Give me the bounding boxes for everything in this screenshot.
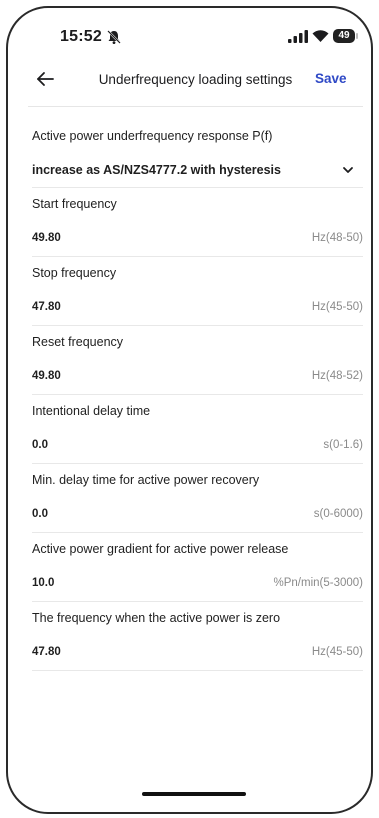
- field-label: Reset frequency: [32, 335, 124, 349]
- status-bar: 15:52 49: [8, 20, 371, 48]
- start-frequency-input[interactable]: 49.80 Hz(48-50): [32, 220, 363, 256]
- power-gradient-release-input[interactable]: 10.0 %Pn/min(5-3000): [32, 565, 363, 601]
- response-mode-section: Active power underfrequency response P(f…: [32, 120, 363, 188]
- field-unit: Hz(45-50): [311, 301, 363, 313]
- signal-icon: [288, 30, 308, 43]
- battery-icon: 49: [333, 29, 355, 43]
- field-label: Stop frequency: [32, 266, 117, 280]
- field-value: 49.80: [32, 232, 61, 244]
- field-unit: Hz(48-52): [311, 370, 363, 382]
- field-label: The frequency when the active power is z…: [32, 611, 281, 625]
- field-value: 49.80: [32, 370, 61, 382]
- stop-frequency-input[interactable]: 47.80 Hz(45-50): [32, 289, 363, 325]
- field-unit: Hz(45-50): [311, 646, 363, 658]
- status-time: 15:52: [60, 28, 102, 45]
- field-value: 47.80: [32, 301, 61, 313]
- setting-stop-frequency: Stop frequency 47.80 Hz(45-50): [32, 257, 363, 326]
- field-label: Active power gradient for active power r…: [32, 542, 289, 556]
- app-header: Underfrequency loading settings Save: [8, 58, 371, 102]
- chevron-down-icon: [343, 166, 353, 173]
- field-value: 0.0: [32, 508, 48, 520]
- field-value: 47.80: [32, 646, 61, 658]
- field-label: Start frequency: [32, 197, 117, 211]
- settings-list: Active power underfrequency response P(f…: [32, 120, 363, 671]
- response-mode-select[interactable]: increase as AS/NZS4777.2 with hysteresis: [32, 152, 363, 188]
- phone-frame: 15:52 49 Underfrequency loading settings…: [6, 6, 373, 814]
- setting-reset-frequency: Reset frequency 49.80 Hz(48-52): [32, 326, 363, 395]
- field-label: Min. delay time for active power recover…: [32, 473, 260, 487]
- battery-level: 49: [338, 30, 350, 41]
- field-unit: %Pn/min(5-3000): [273, 577, 363, 589]
- wifi-icon: [312, 30, 329, 42]
- intentional-delay-time-input[interactable]: 0.0 s(0-1.6): [32, 427, 363, 463]
- min-delay-recovery-input[interactable]: 0.0 s(0-6000): [32, 496, 363, 532]
- field-unit: Hz(48-50): [311, 232, 363, 244]
- setting-power-gradient-release: Active power gradient for active power r…: [32, 533, 363, 602]
- home-indicator[interactable]: [142, 792, 246, 796]
- setting-min-delay-recovery: Min. delay time for active power recover…: [32, 464, 363, 533]
- field-value: 0.0: [32, 439, 48, 451]
- field-unit: s(0-1.6): [323, 439, 363, 451]
- setting-start-frequency: Start frequency 49.80 Hz(48-50): [32, 188, 363, 257]
- response-mode-label: Active power underfrequency response P(f…: [32, 129, 273, 143]
- response-mode-value: increase as AS/NZS4777.2 with hysteresis: [32, 162, 281, 177]
- header-divider: [28, 106, 363, 107]
- zero-power-frequency-input[interactable]: 47.80 Hz(45-50): [32, 634, 363, 670]
- setting-intentional-delay-time: Intentional delay time 0.0 s(0-1.6): [32, 395, 363, 464]
- field-value: 10.0: [32, 577, 55, 589]
- save-button[interactable]: Save: [315, 71, 371, 86]
- field-label: Intentional delay time: [32, 404, 151, 418]
- setting-zero-power-frequency: The frequency when the active power is z…: [32, 602, 363, 671]
- field-unit: s(0-6000): [313, 508, 363, 520]
- reset-frequency-input[interactable]: 49.80 Hz(48-52): [32, 358, 363, 394]
- bell-muted-icon: [107, 30, 121, 44]
- battery-cap: [356, 33, 358, 39]
